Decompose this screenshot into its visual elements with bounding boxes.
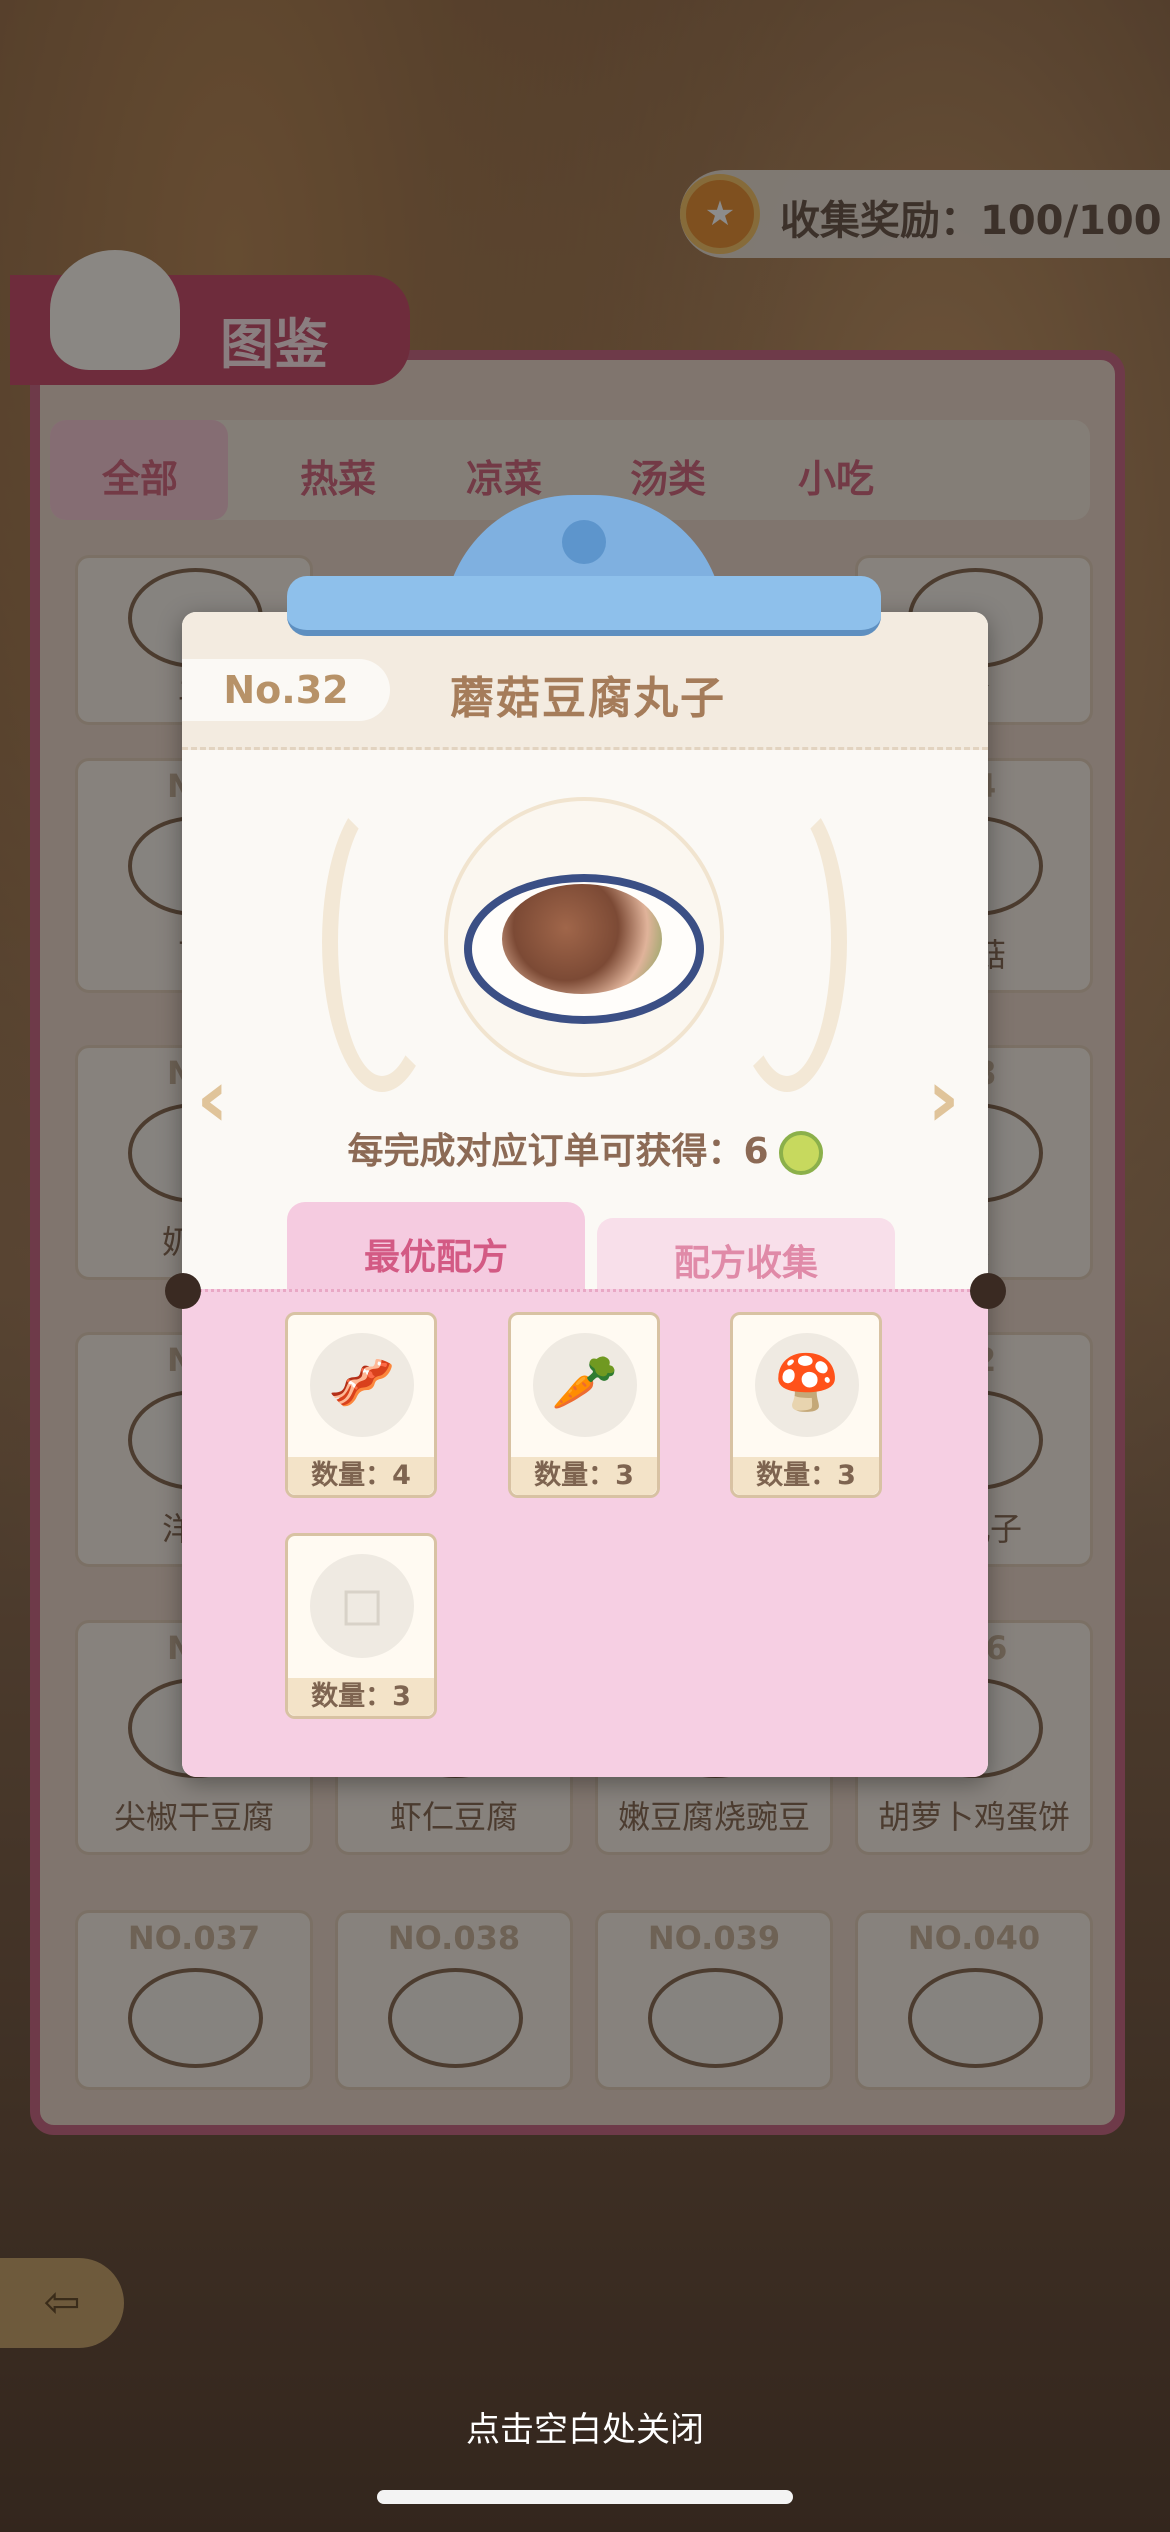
close-hint[interactable]: 点击空白处关闭: [0, 2402, 1170, 2451]
mushroom-icon: 🍄: [773, 1351, 841, 1414]
ingredient-quantity: 数量：3: [511, 1457, 657, 1495]
mushroom-tofu-balls-icon: [502, 884, 662, 994]
ingredient-card[interactable]: 🍄 数量：3: [730, 1312, 882, 1498]
order-reward-line: 每完成对应订单可获得：6: [182, 1122, 988, 1175]
laurel-left-icon: [322, 792, 442, 1092]
modal-notch-left: [165, 1273, 201, 1309]
clipboard-clip-bar: [287, 576, 881, 636]
clipboard-clip-hole: [562, 520, 606, 564]
tab-recipe-collection[interactable]: 配方收集: [597, 1218, 895, 1298]
home-indicator[interactable]: [377, 2490, 793, 2504]
modal-notch-right: [970, 1273, 1006, 1309]
ingredient-quantity: 数量：3: [733, 1457, 879, 1495]
ingredient-card[interactable]: 🥕 数量：3: [508, 1312, 660, 1498]
recipe-detail-modal: No.32 蘑菇豆腐丸子 ‹ › 每完成对应订单可获得：6 最优配方 配方收集 …: [182, 612, 988, 1777]
ingredient-card[interactable]: ◻ 数量：3: [285, 1533, 437, 1719]
ingredient-quantity: 数量：4: [288, 1457, 434, 1495]
ingredient-quantity: 数量：3: [288, 1678, 434, 1716]
tab-collect-label: 配方收集: [673, 1243, 818, 1284]
laurel-right-icon: [727, 792, 847, 1092]
tab-best-recipe[interactable]: 最优配方: [287, 1202, 585, 1302]
tab-best-label: 最优配方: [363, 1237, 508, 1278]
dish-title: 蘑菇豆腐丸子: [450, 673, 726, 724]
order-reward-text: 每完成对应订单可获得：6: [347, 1131, 769, 1172]
meat-slices-icon: 🥓: [328, 1351, 396, 1414]
carrot-icon: 🥕: [551, 1351, 619, 1414]
ingredient-card[interactable]: 🥓 数量：4: [285, 1312, 437, 1498]
coin-icon: [778, 1131, 823, 1175]
ingredient-panel: 🥓 数量：4 🥕 数量：3 🍄 数量：3 ◻ 数量：3: [182, 1289, 988, 1777]
dish-number-badge: No.32: [182, 659, 390, 721]
tofu-icon: ◻: [339, 1572, 385, 1635]
